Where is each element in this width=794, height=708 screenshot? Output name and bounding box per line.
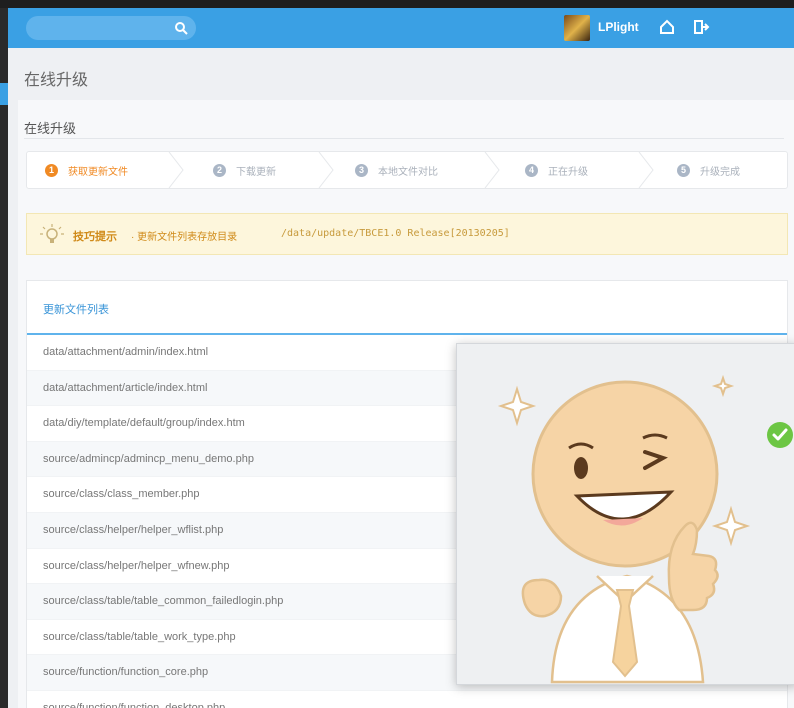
- tip-label: 技巧提示: [73, 231, 117, 243]
- top-dark-strip: [0, 0, 794, 8]
- step-number: 3: [355, 163, 368, 177]
- step-number: 1: [45, 163, 58, 177]
- step-separator: [484, 152, 500, 188]
- tip-box: 技巧提示 · 更新文件列表存放目录 /data/update/TBCE1.0 R…: [26, 213, 788, 255]
- lightbulb-icon: [40, 224, 64, 243]
- file-list-header: 更新文件列表: [27, 281, 787, 335]
- step-separator: [168, 152, 184, 188]
- left-accent: [0, 83, 8, 105]
- step-label: 本地文件对比: [378, 166, 438, 178]
- search-input[interactable]: [26, 16, 196, 40]
- divider: [24, 138, 784, 139]
- avatar[interactable]: [564, 15, 590, 41]
- step-label: 下载更新: [236, 166, 276, 178]
- step-number: 5: [677, 163, 690, 177]
- step-label: 获取更新文件: [68, 166, 128, 178]
- step-label: 正在升级: [548, 166, 588, 178]
- step-1: 1 获取更新文件: [45, 152, 128, 188]
- tip-path: /data/update/TBCE1.0 Release[20130205]: [281, 228, 510, 239]
- logout-icon[interactable]: [692, 18, 710, 36]
- user-name[interactable]: LPlight: [598, 20, 639, 34]
- table-row: source/function/function_desktop.php: [27, 691, 787, 708]
- mascot-thumbs-up-illustration: [497, 374, 751, 684]
- top-navbar: LPlight: [8, 8, 794, 48]
- step-5: 5 升级完成: [677, 152, 740, 188]
- step-separator: [638, 152, 654, 188]
- success-popup: [456, 343, 794, 685]
- tip-text: · 更新文件列表存放目录: [131, 232, 238, 243]
- check-circle-icon: [767, 422, 793, 448]
- search-icon[interactable]: [174, 21, 188, 35]
- step-4: 4 正在升级: [525, 152, 588, 188]
- file-list-title: 更新文件列表: [43, 304, 109, 316]
- step-separator: [318, 152, 334, 188]
- step-number: 2: [213, 163, 226, 177]
- page-title: 在线升级: [24, 72, 89, 89]
- step-label: 升级完成: [700, 166, 740, 178]
- step-number: 4: [525, 163, 538, 177]
- section-title: 在线升级: [24, 121, 77, 136]
- step-3: 3 本地文件对比: [355, 152, 438, 188]
- home-icon[interactable]: [658, 18, 676, 36]
- upgrade-steps: 1 获取更新文件 2 下载更新 3 本地文件对比 4 正在升级 5 升级完成: [26, 151, 788, 189]
- step-2: 2 下载更新: [213, 152, 276, 188]
